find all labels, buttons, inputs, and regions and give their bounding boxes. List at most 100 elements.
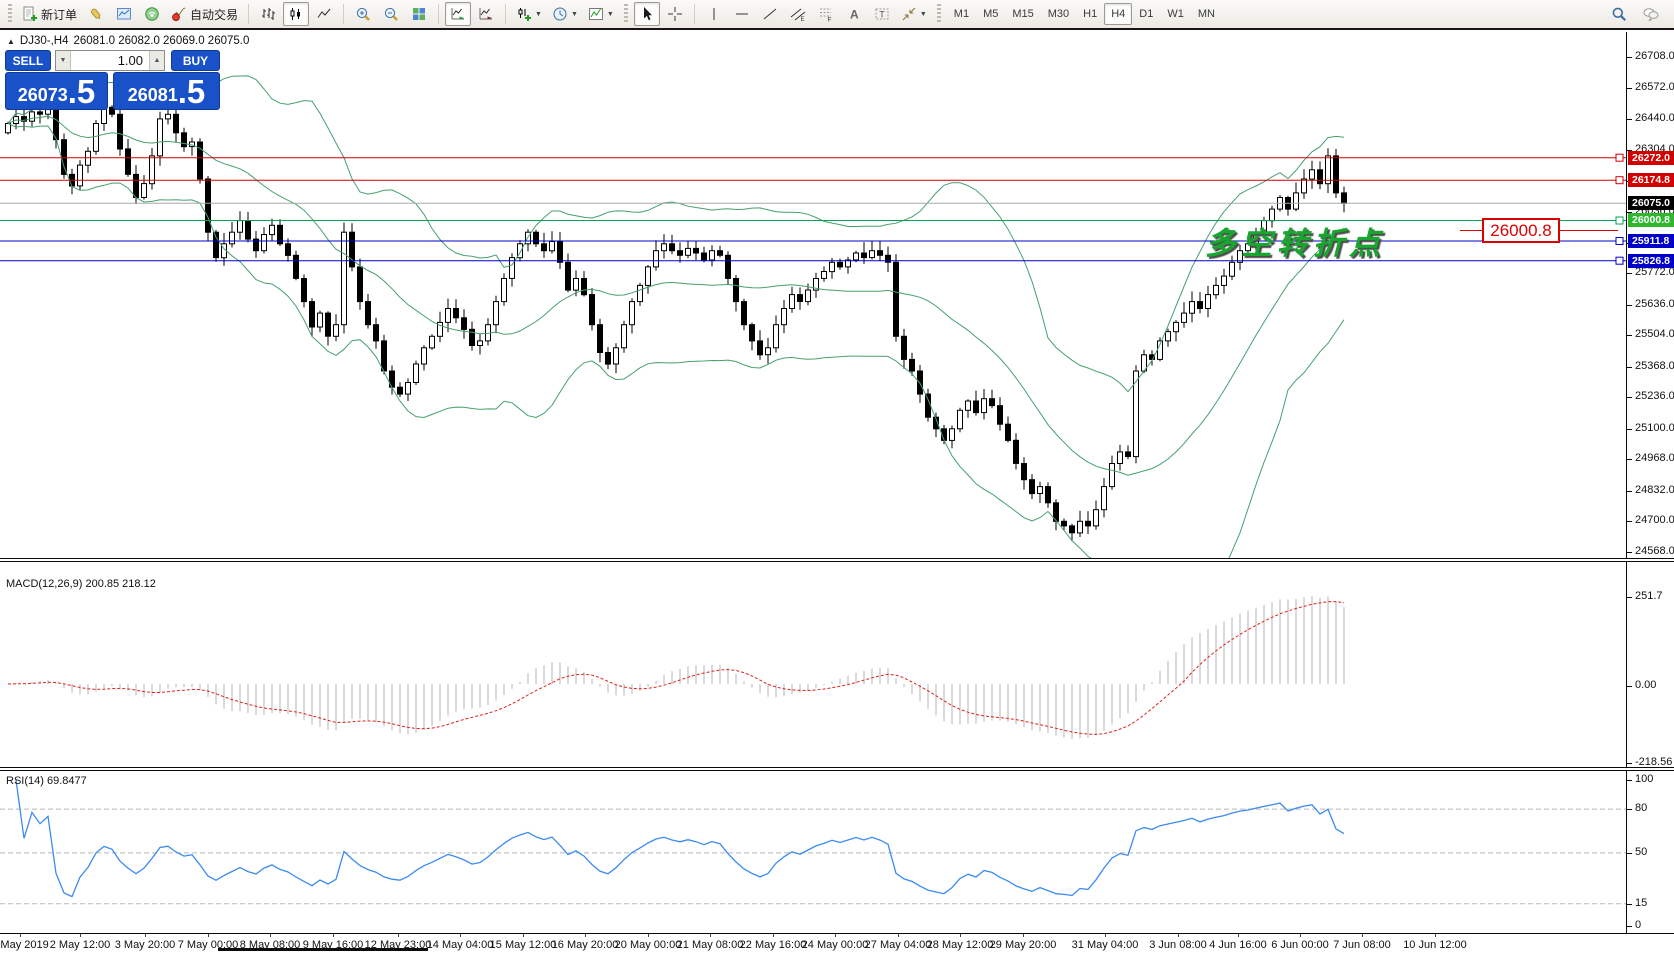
timeframe-D1[interactable]: D1 — [1132, 3, 1160, 25]
timeframe-H4[interactable]: H4 — [1104, 3, 1132, 25]
search-button[interactable] — [1606, 2, 1632, 26]
axis-tick-label: 25636.0 — [1635, 298, 1674, 310]
auto-trading-icon — [171, 6, 187, 22]
chart-style-button[interactable] — [83, 2, 109, 26]
axis-tick — [1627, 459, 1632, 460]
text-label-button[interactable]: T — [869, 2, 895, 26]
line-chart-button[interactable] — [311, 2, 337, 26]
periods-button[interactable]: ▼ — [548, 2, 582, 26]
text-button[interactable]: A — [841, 2, 867, 26]
price-line-label: 26000.8 — [1628, 213, 1674, 227]
timeframe-M5[interactable]: M5 — [976, 3, 1005, 25]
volume-up-button[interactable]: ▲ — [149, 51, 164, 70]
zoom-out-icon — [383, 6, 399, 22]
fibonacci-button[interactable]: F — [813, 2, 839, 26]
axis-tick-label: 24832.0 — [1635, 484, 1674, 496]
rsi-canvas[interactable] — [0, 771, 1626, 933]
timeframe-M15[interactable]: M15 — [1005, 3, 1040, 25]
new-chart-button[interactable]: ▼ — [512, 2, 546, 26]
chart-area: ▲ DJ30-,H4 26081.0 26082.0 26069.0 26075… — [0, 28, 1674, 953]
time-label: 4 Jun 16:00 — [1209, 939, 1267, 951]
equidistant-channel-button[interactable]: E — [785, 2, 811, 26]
price-line-label: 26075.0 — [1628, 196, 1674, 210]
toolbar-grip[interactable] — [937, 4, 941, 24]
horizontal-line-icon — [734, 6, 750, 22]
vertical-line-button[interactable] — [701, 2, 727, 26]
new-order-icon — [22, 6, 38, 22]
new-order-button[interactable]: 新订单 — [18, 2, 81, 26]
time-label: 2 May 12:00 — [50, 939, 111, 951]
horizontal-line-button[interactable] — [729, 2, 755, 26]
zoom-in-button[interactable] — [350, 2, 376, 26]
timeframe-M30[interactable]: M30 — [1041, 3, 1076, 25]
chart-annotation-text[interactable]: 多空转折点 — [1205, 218, 1385, 263]
time-label: 10 Jun 12:00 — [1403, 939, 1467, 951]
time-label: 29 May 20:00 — [990, 939, 1057, 951]
zoom-out-button[interactable] — [378, 2, 404, 26]
text-a-icon: A — [846, 6, 862, 22]
arrows-button[interactable]: ▼ — [897, 2, 931, 26]
axis-tick-label: 25236.0 — [1635, 390, 1674, 402]
timeframe-W1[interactable]: W1 — [1160, 3, 1191, 25]
profile-chart-icon — [116, 6, 132, 22]
sell-price[interactable]: 26073.5 — [5, 72, 108, 110]
collapse-trade-panel-arrow[interactable]: ▲ — [7, 37, 15, 46]
panel-divider[interactable] — [0, 558, 1674, 562]
timeframe-MN[interactable]: MN — [1191, 3, 1222, 25]
time-axis[interactable]: 1 May 20192 May 12:003 May 20:007 May 00… — [0, 933, 1674, 955]
toolbar: 新订单 自动交易 ▼ ▼ — [0, 0, 1674, 28]
time-label: 3 Jun 08:00 — [1149, 939, 1207, 951]
price-chart-canvas[interactable] — [0, 32, 1626, 558]
volume-input[interactable] — [71, 51, 149, 70]
axis-tick-label: 0 — [1635, 919, 1641, 931]
sell-price-fraction: .5 — [68, 75, 96, 108]
time-tick — [80, 934, 81, 937]
price-callout-label[interactable]: 26000.8 — [1482, 218, 1560, 243]
axis-tick — [1627, 763, 1632, 764]
time-tick — [208, 934, 209, 937]
time-label: 27 May 04:00 — [865, 939, 932, 951]
templates-button[interactable]: ▼ — [584, 2, 618, 26]
panel-divider[interactable] — [0, 767, 1674, 771]
axis-tick-label: 26708.0 — [1635, 50, 1674, 62]
cursor-button[interactable] — [634, 2, 660, 26]
bar-chart-button[interactable] — [255, 2, 281, 26]
chart-shift-button[interactable] — [473, 2, 499, 26]
price-axis[interactable]: 26708.026572.026440.026304.026172.026036… — [1626, 32, 1674, 933]
toolbar-grip[interactable] — [624, 4, 628, 24]
axis-tick-label: 25368.0 — [1635, 360, 1674, 372]
vertical-line-icon — [706, 6, 722, 22]
trendline-button[interactable] — [757, 2, 783, 26]
profiles-button[interactable] — [111, 2, 137, 26]
time-tick — [333, 934, 334, 937]
h-scrollbar-thumb[interactable] — [218, 948, 428, 951]
timeframe-M1[interactable]: M1 — [947, 3, 976, 25]
sell-button[interactable]: SELL — [5, 50, 51, 71]
signals-button[interactable] — [139, 2, 165, 26]
candlestick-chart-icon — [288, 6, 304, 22]
candlestick-chart-button[interactable] — [283, 2, 309, 26]
auto-scroll-button[interactable] — [445, 2, 471, 26]
callout-connector — [1560, 230, 1618, 231]
chart-shift-icon — [478, 6, 494, 22]
separator — [505, 4, 506, 24]
signal-icon — [144, 6, 160, 22]
volume-down-button[interactable]: ▼ — [56, 51, 71, 70]
time-tick — [960, 934, 961, 937]
buy-button[interactable]: BUY — [171, 50, 220, 71]
axis-tick — [1627, 597, 1632, 598]
axis-tick — [1627, 904, 1632, 905]
macd-canvas[interactable] — [0, 562, 1626, 767]
svg-text:E: E — [800, 17, 804, 22]
tile-windows-button[interactable] — [406, 2, 432, 26]
chat-icon — [1643, 6, 1659, 22]
axis-tick — [1627, 809, 1632, 810]
buy-price[interactable]: 26081.5 — [113, 72, 220, 110]
price-line-label: 26174.8 — [1628, 173, 1674, 187]
timeframe-H1[interactable]: H1 — [1076, 3, 1104, 25]
time-label: 22 May 16:00 — [740, 939, 807, 951]
chat-button[interactable] — [1638, 2, 1664, 26]
crosshair-button[interactable] — [662, 2, 688, 26]
auto-trading-button[interactable]: 自动交易 — [167, 2, 242, 26]
toolbar-grip[interactable] — [8, 4, 12, 24]
